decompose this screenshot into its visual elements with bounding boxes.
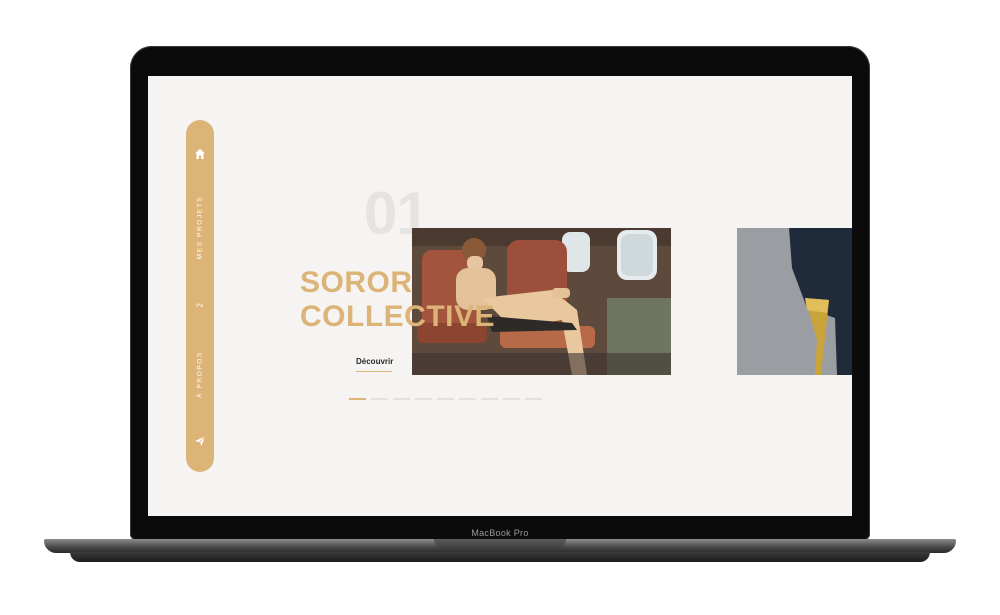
slider-dot[interactable]	[371, 398, 388, 400]
home-icon-svg	[195, 149, 205, 159]
slider-dot[interactable]	[481, 398, 498, 400]
project-title-line1: SOROR	[300, 266, 413, 299]
sidebar-item-projects[interactable]: MES PROJETS	[197, 196, 204, 259]
slider-dot[interactable]	[415, 398, 432, 400]
project-title-line2: COLLECTIVE	[300, 300, 496, 333]
slider-pagination	[349, 398, 542, 400]
website-screen: MES PROJETS 2 À PROPOS 01 SOROR COLLECTI…	[148, 76, 852, 516]
sidebar-item-about[interactable]: À PROPOS	[197, 351, 204, 398]
project-title: SOROR COLLECTIVE	[300, 266, 495, 334]
next-project-photo	[737, 228, 852, 375]
laptop-base-shadow	[70, 552, 930, 562]
slider-dot[interactable]	[459, 398, 476, 400]
laptop-notch	[434, 539, 566, 549]
slider-dot[interactable]	[349, 398, 366, 400]
discover-link[interactable]: Découvrir	[356, 357, 393, 372]
home-icon[interactable]	[186, 147, 214, 165]
slider-dot[interactable]	[437, 398, 454, 400]
paper-plane-icon[interactable]	[186, 434, 214, 452]
device-label: MacBook Pro	[471, 528, 529, 538]
slider-dot[interactable]	[393, 398, 410, 400]
sidebar-index: 2	[195, 301, 205, 308]
sidebar-nav: MES PROJETS 2 À PROPOS	[186, 120, 214, 472]
next-project-image[interactable]	[737, 228, 852, 375]
slider-dot[interactable]	[525, 398, 542, 400]
paper-plane-icon-svg	[195, 436, 206, 446]
slider-dot[interactable]	[503, 398, 520, 400]
